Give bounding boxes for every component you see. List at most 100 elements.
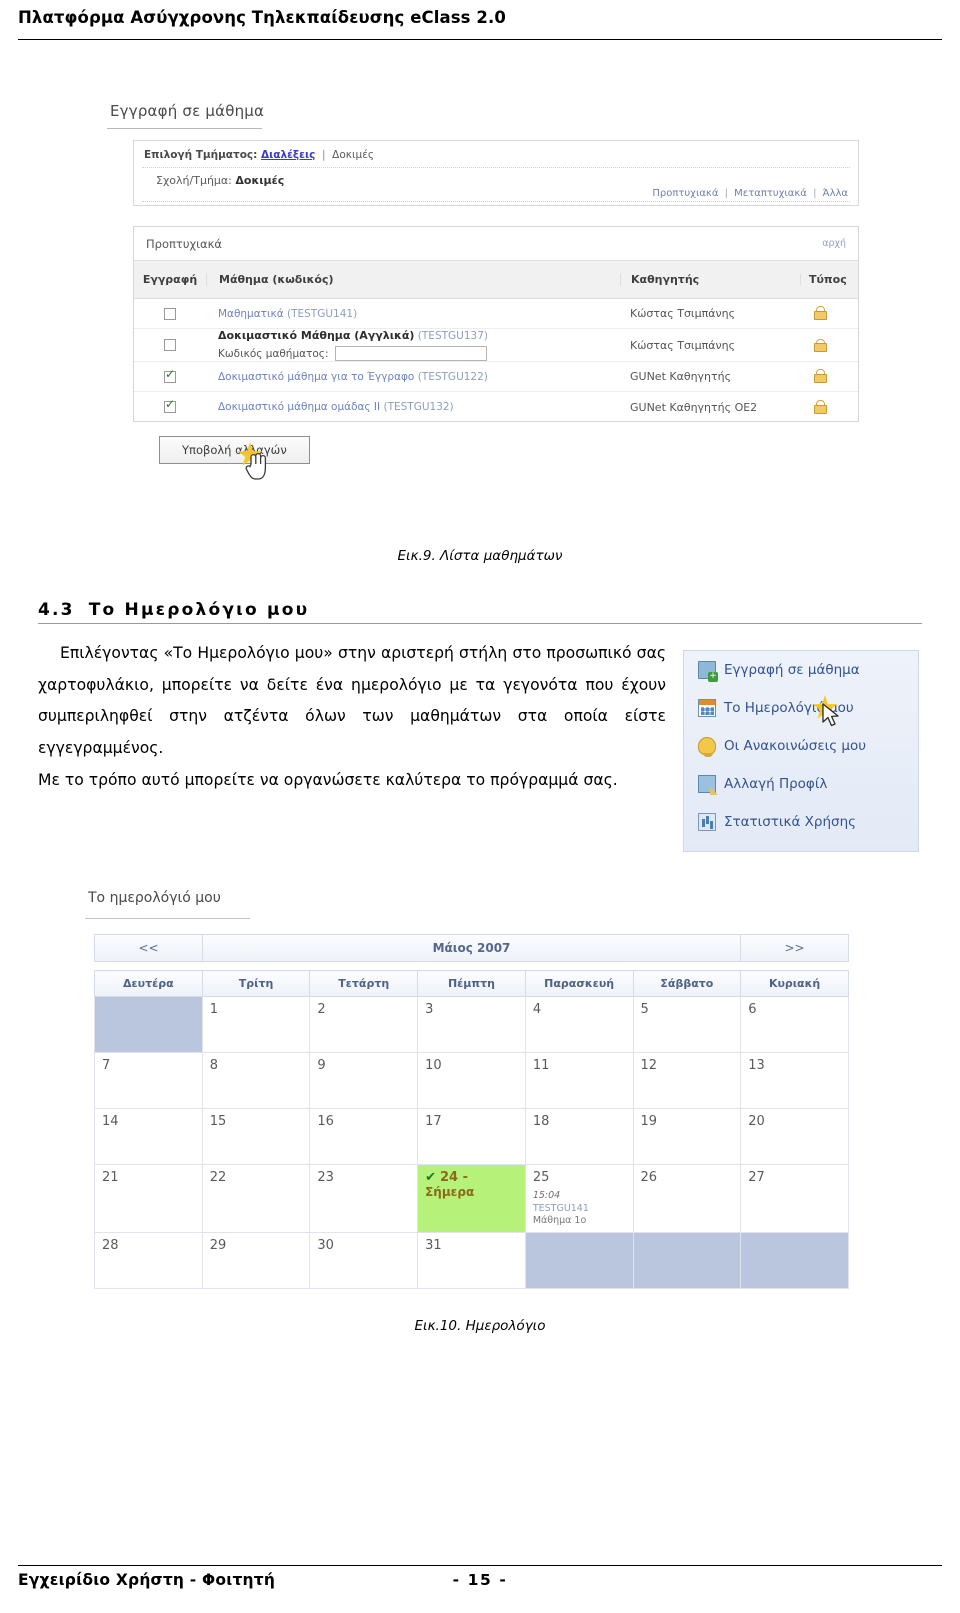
- calendar-cell[interactable]: 30: [309, 1232, 419, 1289]
- calendar-cell-with-event[interactable]: 25 15:04 TESTGU141 Μάθημα 1ο: [524, 1164, 634, 1233]
- figure-9-caption: Εικ.9. Λίστα μαθημάτων: [397, 548, 563, 564]
- column-header-teacher: Καθηγητής: [620, 273, 800, 286]
- day-number: 25: [532, 1170, 550, 1185]
- level-separator-2: |: [813, 188, 817, 199]
- calendar-event[interactable]: 15:04 TESTGU141 Μάθημα 1ο: [533, 1187, 626, 1227]
- department-link-dialekseis[interactable]: Διαλέξεις: [261, 149, 315, 161]
- calendar-cell[interactable]: 8: [201, 1052, 311, 1109]
- registration-checkbox[interactable]: [164, 398, 176, 413]
- level-separator-1: |: [724, 188, 728, 199]
- day-number: 4: [532, 1002, 542, 1017]
- level-link-postgraduate[interactable]: Μεταπτυχιακά: [734, 188, 807, 199]
- registration-checkbox[interactable]: [164, 368, 176, 383]
- course-name[interactable]: Μαθηματικά: [218, 308, 284, 320]
- day-number: 20: [748, 1114, 765, 1129]
- category-bar: Προπτυχιακά αρχή: [134, 227, 858, 261]
- calendar-screen-title: Το ημερολόγιό μου: [88, 890, 221, 906]
- calendar-cell[interactable]: 9: [309, 1052, 419, 1109]
- calendar-cell[interactable]: 28: [94, 1232, 203, 1289]
- event-course-code: TESTGU141: [532, 1203, 589, 1215]
- calendar-cell[interactable]: 4: [524, 996, 634, 1053]
- tool-item-usage-statistics[interactable]: Στατιστικά Χρήσης: [684, 803, 918, 841]
- calendar-navigation-bar: << Μάιος 2007 >>: [94, 934, 849, 962]
- row-course-cell: Μαθηματικά (TESTGU141): [206, 308, 620, 320]
- calendar-cell[interactable]: 22: [201, 1164, 311, 1233]
- table-row: Δοκιμαστικό μάθημα για το Έγγραφο (TESTG…: [134, 362, 858, 392]
- course-code-input[interactable]: [334, 346, 487, 361]
- calendar-cell[interactable]: 27: [740, 1164, 849, 1233]
- course-name[interactable]: Δοκιμαστικό μάθημα ομάδας ΙΙ: [218, 401, 380, 413]
- next-month-button[interactable]: >>: [740, 935, 848, 961]
- calendar-cell[interactable]: 18: [524, 1108, 634, 1165]
- footer-page-number: - 15 -: [452, 1571, 508, 1589]
- calendar-day-header-row: Δευτέρα Τρίτη Τετάρτη Πέμπτη Παρασκευή Σ…: [94, 970, 849, 997]
- course-name[interactable]: Δοκιμαστικό Μάθημα (Αγγλικά): [218, 329, 414, 342]
- calendar-cell[interactable]: 19: [632, 1108, 742, 1165]
- submit-changes-button[interactable]: Υποβολή αλλαγών: [159, 436, 310, 464]
- registration-checkbox[interactable]: [164, 307, 176, 320]
- day-number: 18: [532, 1114, 550, 1129]
- day-number: 23: [317, 1170, 334, 1185]
- row-checkbox-cell: [134, 368, 206, 383]
- calendar-cell-today[interactable]: ✔ 24 - Σήμερα: [417, 1164, 526, 1233]
- tool-item-course-registration[interactable]: Εγγραφή σε μάθημα: [684, 651, 918, 689]
- statistics-icon: [698, 813, 716, 831]
- day-number: 1: [209, 1002, 218, 1017]
- registration-checkbox[interactable]: [164, 339, 176, 351]
- calendar-cell[interactable]: 14: [94, 1108, 203, 1165]
- day-number: 11: [532, 1058, 550, 1073]
- row-checkbox-cell: [134, 398, 206, 413]
- calendar-week-row: 7 8 9 10 11 12 13: [94, 1052, 849, 1109]
- calendar-cell[interactable]: 31: [417, 1232, 526, 1289]
- calendar-cell[interactable]: 12: [632, 1052, 742, 1109]
- department-link-dokimes[interactable]: Δοκιμές: [332, 149, 374, 161]
- calendar-cell[interactable]: 16: [309, 1108, 419, 1165]
- today-check-icon: ✔: [425, 1170, 437, 1185]
- tool-item-my-announcements[interactable]: Οι Ανακοινώσεις μου: [684, 727, 918, 765]
- day-number: 3: [425, 1002, 434, 1017]
- calendar-cell[interactable]: 7: [94, 1052, 203, 1109]
- tool-item-change-profile[interactable]: Αλλαγή Προφίλ: [684, 765, 918, 803]
- calendar-cell[interactable]: 10: [417, 1052, 526, 1109]
- profile-edit-icon: [698, 775, 718, 795]
- day-number: 28: [102, 1238, 119, 1253]
- figure-course-registration-screenshot: Εγγραφή σε μάθημα Επιλογή Τμήματος: Διαλ…: [105, 78, 865, 523]
- column-header-registration: Εγγραφή: [142, 273, 198, 286]
- department-label: Επιλογή Τμήματος:: [144, 149, 258, 161]
- table-row: Μαθηματικά (TESTGU141) Κώστας Τσιμπάνης: [134, 299, 858, 329]
- level-link-undergraduate[interactable]: Προπτυχιακά: [652, 188, 718, 199]
- level-link-other[interactable]: Άλλα: [823, 188, 848, 199]
- current-month-label: Μάιος 2007: [432, 941, 511, 955]
- home-link[interactable]: αρχή: [822, 238, 846, 249]
- row-teacher-cell: Κώστας Τσιμπάνης: [630, 338, 736, 352]
- course-code: (TESTGU122): [417, 370, 488, 383]
- calendar-cell[interactable]: 20: [740, 1108, 849, 1165]
- document-page: Πλατφόρμα Ασύγχρονης Τηλεκπαίδευσης eCla…: [0, 0, 960, 1613]
- course-code: (TESTGU141): [287, 307, 358, 320]
- calendar-cell[interactable]: 2: [309, 996, 419, 1053]
- tool-item-my-calendar[interactable]: Το Ημερολόγιό μου: [684, 689, 918, 727]
- calendar-cell[interactable]: 3: [417, 996, 526, 1053]
- footer-rule: [18, 1565, 942, 1566]
- calendar-cell[interactable]: 17: [417, 1108, 526, 1165]
- course-name[interactable]: Δοκιμαστικό μάθημα για το Έγγραφο: [218, 371, 414, 383]
- calendar-cell[interactable]: 21: [94, 1164, 203, 1233]
- submit-button-wrapper: Υποβολή αλλαγών: [159, 436, 310, 480]
- calendar-cell[interactable]: 13: [740, 1052, 849, 1109]
- calendar-cell[interactable]: 6: [740, 996, 849, 1053]
- level-links: Προπτυχιακά | Μεταπτυχιακά | Άλλα: [652, 188, 848, 199]
- calendar-cell[interactable]: 26: [632, 1164, 742, 1233]
- calendar-cell[interactable]: 29: [201, 1232, 311, 1289]
- day-header-thursday: Πέμπτη: [417, 970, 526, 997]
- calendar-cell[interactable]: 15: [201, 1108, 311, 1165]
- calendar-cell[interactable]: 5: [632, 996, 742, 1053]
- calendar-grid: Δευτέρα Τρίτη Τετάρτη Πέμπτη Παρασκευή Σ…: [94, 970, 849, 1289]
- calendar-cell[interactable]: 11: [524, 1052, 634, 1109]
- calendar-cell-blank: [632, 1232, 742, 1289]
- previous-month-button[interactable]: <<: [95, 935, 203, 961]
- event-time: 15:04: [532, 1190, 561, 1201]
- calendar-cell[interactable]: 1: [201, 996, 311, 1053]
- calendar-week-row: 14 15 16 17 18 19 20: [94, 1108, 849, 1165]
- figure-tools-panel-screenshot: Εγγραφή σε μάθημα Το Ημερολόγιό μου Οι Α…: [683, 650, 919, 852]
- calendar-cell[interactable]: 23: [309, 1164, 419, 1233]
